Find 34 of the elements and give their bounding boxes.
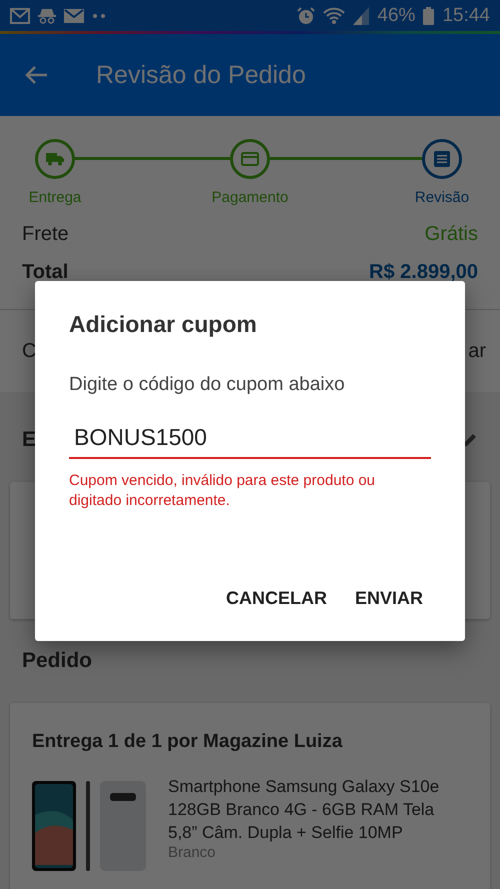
cancel-button[interactable]: CANCELAR	[218, 582, 335, 615]
delivery-title: Entrega 1 de 1 por Magazine Luiza	[32, 731, 344, 753]
mail-icon	[64, 8, 84, 24]
battery-icon	[423, 6, 434, 24]
summary-value: R$ 2.899,00	[369, 260, 478, 284]
clock-time: 15:44	[442, 4, 490, 26]
list-icon	[434, 151, 450, 167]
summary-label: Frete	[22, 222, 69, 246]
battery-percent: 46%	[377, 4, 416, 26]
dialog-message: Digite o código do cupom abaixo	[69, 374, 346, 396]
card-icon	[241, 152, 259, 166]
coupon-label: C	[22, 340, 36, 362]
incognito-icon	[38, 8, 56, 24]
error-message: Cupom vencido, inválido para este produto ou digitado incorretamente.	[69, 471, 376, 511]
summary-label: Total	[22, 260, 68, 284]
wifi-icon	[323, 6, 346, 24]
truck-icon	[46, 152, 64, 166]
step-label[interactable]: Pagamento	[212, 189, 288, 206]
screen-title: Revisão do Pedido	[96, 60, 306, 90]
pencil-icon[interactable]	[462, 432, 478, 448]
coupon-action[interactable]: ar	[468, 340, 486, 362]
product-name[interactable]: Smartphone Samsung Galaxy S10e 128GB Branco 4G - 6GB RAM Tela 5,8” Câm. Dupla + Selfie 10MP	[168, 775, 468, 844]
submit-button[interactable]: ENVIAR	[346, 582, 431, 615]
section-title: Pedido	[22, 649, 92, 673]
alarm-icon	[297, 6, 316, 24]
dialog-title: Adicionar cupom	[69, 311, 258, 338]
summary-value: Grátis	[424, 222, 478, 246]
step-label[interactable]: Entrega	[28, 189, 82, 206]
coupon-input-field[interactable]: BONUS1500	[69, 424, 431, 459]
section-title: E	[22, 428, 36, 452]
step-label[interactable]: Revisão	[414, 189, 470, 206]
gmail-icon	[10, 8, 30, 24]
more-icon	[92, 14, 106, 18]
back-arrow-icon[interactable]	[24, 65, 48, 85]
